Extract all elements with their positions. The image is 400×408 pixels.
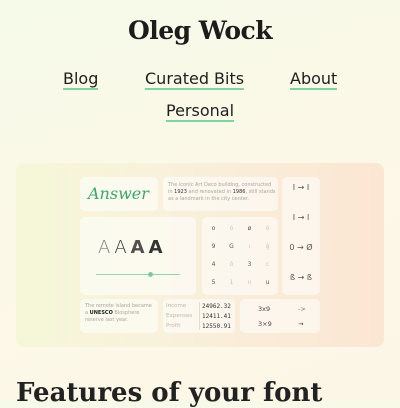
numerals-paragraph: The iconic Art Deco building, constructe…: [168, 182, 276, 202]
glyph-cell: 3: [247, 261, 252, 268]
glyph-cell: ı: [248, 243, 251, 250]
weight-samples: AAAA: [98, 237, 163, 258]
nav-link-blog[interactable]: Blog: [63, 70, 99, 90]
weights-card: AAAA: [80, 217, 196, 295]
alternate-pair: I → l: [292, 213, 310, 222]
glyph-cell: ø: [247, 225, 252, 232]
alternate-pair: I → I: [292, 183, 310, 192]
table-divider: [199, 302, 200, 330]
nav-link-about[interactable]: About: [290, 70, 338, 90]
glyph-cell: G: [229, 243, 234, 250]
unesco-paragraph: The remote island became a UNESCO Biosph…: [85, 303, 152, 323]
weight-slider-track: [96, 274, 180, 275]
weight-slider-knob: [148, 272, 153, 277]
glyph-cell: ıı: [247, 279, 252, 286]
ligatures-card: 3x9 -> 3×9 →: [240, 299, 320, 333]
glyph-cell: ó: [229, 225, 234, 232]
unesco-text-card: The remote island became a UNESCO Biosph…: [80, 299, 158, 333]
glyph-alternates-card: I → I I → l 0 → Ø ß → ß: [282, 177, 320, 295]
glyph-cell: 4: [211, 261, 216, 268]
answer-specimen-card: Answer: [80, 177, 158, 211]
glyph-cell: o: [211, 225, 216, 232]
glyph-cell: 1: [229, 279, 234, 286]
tabular-figures-card: Income 24962.32 Expenses 12411.41 Profit 12…: [163, 299, 235, 333]
alternate-pair: ß → ß: [290, 273, 312, 282]
nav-link-personal[interactable]: Personal: [166, 102, 235, 122]
glyph-cell: ô: [229, 261, 234, 268]
glyph-cell: ǵ: [265, 243, 270, 250]
numerals-text-card: The iconic Art Deco building, constructe…: [163, 177, 278, 211]
section-heading: Features of your font: [16, 378, 323, 408]
font-showcase-image: Answer The iconic Art Deco building, con…: [16, 163, 384, 347]
glyph-cell: 9: [211, 243, 216, 250]
glyph-cell: c: [265, 261, 270, 268]
glyph-cell: u: [265, 279, 270, 286]
site-title-link[interactable]: Oleg Wock: [0, 16, 400, 45]
alternate-pair: 0 → Ø: [289, 243, 313, 252]
glyph-cell: ö: [265, 225, 270, 232]
glyph-cell: 5: [211, 279, 216, 286]
nav-link-curated-bits[interactable]: Curated Bits: [145, 70, 245, 90]
glyph-grid-card: o ó ø ö 9 G ı ǵ 4 ô 3 c 5 1 ıı u: [202, 217, 278, 295]
answer-word: Answer: [88, 184, 149, 203]
